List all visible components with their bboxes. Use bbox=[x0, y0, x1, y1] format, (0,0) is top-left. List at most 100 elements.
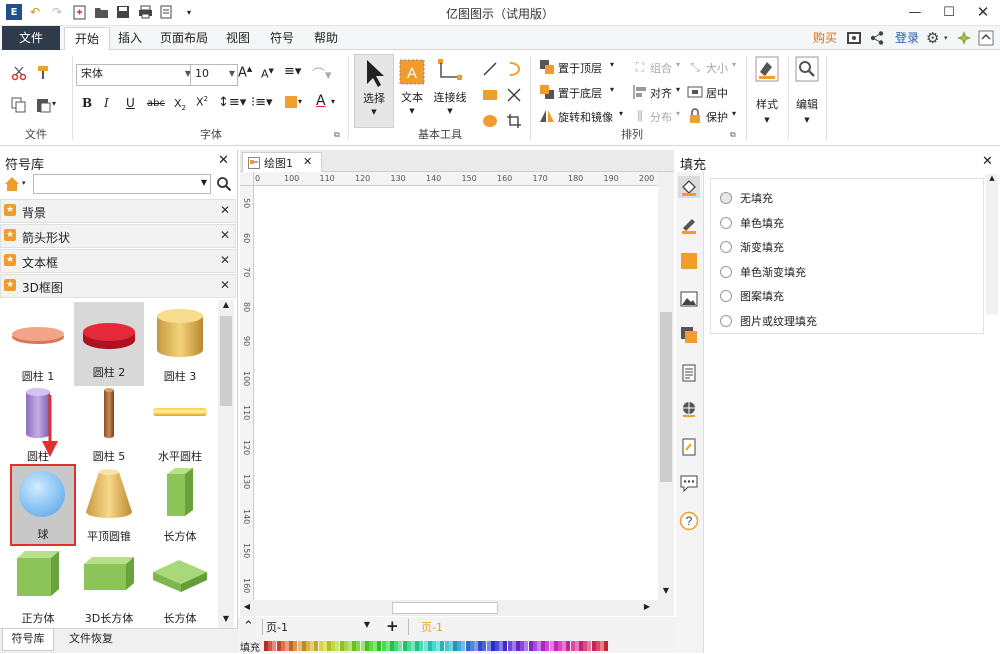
contact-icon[interactable] bbox=[846, 30, 862, 46]
scrollbar-thumb[interactable] bbox=[660, 312, 672, 482]
radio-button[interactable] bbox=[720, 192, 732, 204]
send-back-label[interactable]: 置于底层 bbox=[558, 85, 602, 101]
shadow-square-icon[interactable] bbox=[678, 250, 700, 272]
italic-icon[interactable]: I bbox=[104, 96, 109, 110]
shape-cylinder-5[interactable]: 圆柱 5 bbox=[74, 386, 144, 466]
chevron-down-icon[interactable]: ▼ bbox=[201, 178, 207, 187]
library-category-background[interactable]: ★ 背景 ✕ bbox=[0, 199, 236, 223]
cut-icon[interactable] bbox=[10, 64, 28, 82]
close-window-button[interactable]: ✕ bbox=[966, 0, 1000, 24]
superscript-icon[interactable]: X2 bbox=[196, 95, 208, 109]
format-painter-icon[interactable] bbox=[34, 64, 52, 82]
home-icon[interactable] bbox=[4, 176, 22, 192]
chevron-down-icon[interactable]: ▾ bbox=[676, 109, 680, 118]
scrollbar-thumb[interactable] bbox=[220, 316, 232, 406]
shape-cuboid-tall[interactable]: 长方体 bbox=[145, 466, 215, 546]
shape-3d-cuboid[interactable]: 3D长方体 bbox=[74, 548, 144, 626]
highlight-color-icon[interactable] bbox=[285, 96, 297, 108]
align-icon[interactable] bbox=[631, 83, 649, 101]
menu-file[interactable]: 文件 bbox=[2, 26, 60, 50]
shape-horizontal-cylinder[interactable]: 水平圆柱 bbox=[145, 386, 215, 466]
chevron-down-icon[interactable]: ▾ bbox=[610, 60, 614, 69]
help-icon[interactable]: ? bbox=[678, 510, 700, 532]
close-icon[interactable]: ✕ bbox=[220, 278, 230, 292]
scroll-down-icon[interactable]: ▼ bbox=[658, 586, 674, 600]
chevron-down-icon[interactable]: ▾ bbox=[676, 85, 680, 94]
arrange-dialog-launcher-icon[interactable]: ⧉ bbox=[730, 130, 736, 140]
shape-truncated-cone[interactable]: 平顶圆锥 bbox=[74, 466, 144, 546]
canvas-horizontal-scrollbar[interactable]: ◀ ▶ bbox=[240, 600, 674, 616]
chevron-down-icon[interactable]: ▾ bbox=[676, 60, 680, 69]
share-icon[interactable] bbox=[869, 30, 885, 46]
shape-cylinder-2[interactable]: 圆柱 2 bbox=[74, 302, 144, 386]
print-icon[interactable] bbox=[136, 3, 154, 21]
login-link[interactable]: 登录 bbox=[890, 26, 924, 50]
chevron-down-icon[interactable]: ▾ bbox=[331, 97, 335, 106]
chevron-down-icon[interactable]: ▾ bbox=[732, 109, 736, 118]
text-tool-button[interactable]: A 文本 ▼ bbox=[396, 54, 428, 126]
scroll-up-icon[interactable]: ▲ bbox=[986, 174, 998, 184]
rotate-mirror-icon[interactable] bbox=[538, 107, 556, 125]
fill-bucket-icon[interactable] bbox=[678, 176, 700, 198]
tab-help[interactable]: 帮助 bbox=[306, 26, 346, 50]
gear-dropdown-icon[interactable]: ▾ bbox=[944, 34, 948, 42]
fill-option-solid[interactable]: 单色填充 bbox=[720, 215, 784, 231]
color-palette[interactable] bbox=[264, 617, 674, 653]
copy-icon[interactable] bbox=[10, 96, 28, 114]
tab-symbol[interactable]: 符号 bbox=[262, 26, 302, 50]
new-file-icon[interactable] bbox=[70, 3, 88, 21]
collapse-ribbon-icon[interactable] bbox=[978, 30, 994, 46]
shape-cylinder-4[interactable]: 圆柱 bbox=[3, 386, 73, 466]
radio-button[interactable] bbox=[720, 241, 732, 253]
strikethrough-icon[interactable]: abc bbox=[147, 98, 165, 109]
redo-icon[interactable]: ↷ bbox=[48, 3, 66, 21]
send-back-icon[interactable] bbox=[538, 83, 556, 101]
font-name-select[interactable]: 宋体 ▼ bbox=[76, 64, 194, 86]
library-category-3d-block[interactable]: ★ 3D框图 ✕ bbox=[0, 274, 236, 298]
image-icon[interactable] bbox=[678, 288, 700, 310]
radio-button[interactable] bbox=[720, 217, 732, 229]
theme-icon[interactable] bbox=[956, 30, 972, 46]
buy-link[interactable]: 购买 bbox=[808, 26, 842, 50]
shape-cuboid-flat[interactable]: 长方体 bbox=[145, 548, 215, 626]
chevron-up-icon[interactable]: ⌃ bbox=[243, 619, 254, 634]
protect-label[interactable]: 保护 bbox=[706, 109, 728, 125]
center-icon[interactable] bbox=[686, 83, 704, 101]
close-library-icon[interactable]: ✕ bbox=[218, 153, 229, 168]
fill-panel-scrollbar[interactable]: ▲ bbox=[986, 174, 998, 314]
minimize-button[interactable]: — bbox=[898, 0, 932, 24]
chevron-down-icon[interactable]: ▾ bbox=[610, 85, 614, 94]
fill-option-picture-texture[interactable]: 图片或纹理填充 bbox=[720, 313, 817, 329]
document-properties-icon[interactable] bbox=[678, 362, 700, 384]
tab-file-recovery[interactable]: 文件恢复 bbox=[60, 629, 122, 651]
scrollbar-thumb[interactable] bbox=[392, 602, 498, 614]
chevron-down-icon[interactable]: ▾ bbox=[298, 97, 302, 106]
save-icon[interactable] bbox=[114, 3, 132, 21]
group-icon[interactable]: ⛶ bbox=[631, 58, 649, 76]
line-style-icon[interactable] bbox=[678, 214, 700, 236]
paste-dropdown-icon[interactable]: ▾ bbox=[52, 99, 56, 108]
export-icon[interactable] bbox=[158, 3, 176, 21]
font-size-select[interactable]: 10 ▼ bbox=[190, 64, 238, 86]
shape-cylinder-1[interactable]: 圆柱 1 bbox=[3, 306, 73, 386]
font-color-icon[interactable]: A bbox=[316, 93, 326, 109]
home-dropdown-icon[interactable]: ▾ bbox=[22, 179, 26, 187]
chevron-down-icon[interactable]: ▾ bbox=[619, 109, 623, 118]
underline-icon[interactable]: U bbox=[126, 96, 135, 110]
undo-icon[interactable]: ↶ bbox=[26, 3, 44, 21]
center-label[interactable]: 居中 bbox=[706, 85, 728, 101]
canvas-vertical-scrollbar[interactable]: ▼ bbox=[658, 172, 674, 600]
library-scrollbar[interactable]: ▲ ▼ bbox=[218, 300, 234, 628]
chevron-down-icon[interactable]: ▾ bbox=[732, 60, 736, 69]
close-icon[interactable]: ✕ bbox=[220, 253, 230, 267]
document-tab[interactable]: 绘图1 ✕ bbox=[242, 152, 322, 172]
library-search-input[interactable]: ▼ bbox=[33, 174, 211, 194]
bring-front-icon[interactable] bbox=[538, 58, 556, 76]
bring-front-label[interactable]: 置于顶层 bbox=[558, 60, 602, 76]
font-shrink-icon[interactable]: A▼ bbox=[261, 67, 274, 81]
bullets-icon[interactable]: ⁝≡▾ bbox=[251, 95, 273, 110]
hyperlink-globe-icon[interactable] bbox=[678, 398, 700, 420]
distribute-label[interactable]: 分布 bbox=[650, 109, 672, 125]
scroll-right-icon[interactable]: ▶ bbox=[640, 602, 654, 614]
fill-option-none[interactable]: 无填充 bbox=[720, 190, 773, 206]
